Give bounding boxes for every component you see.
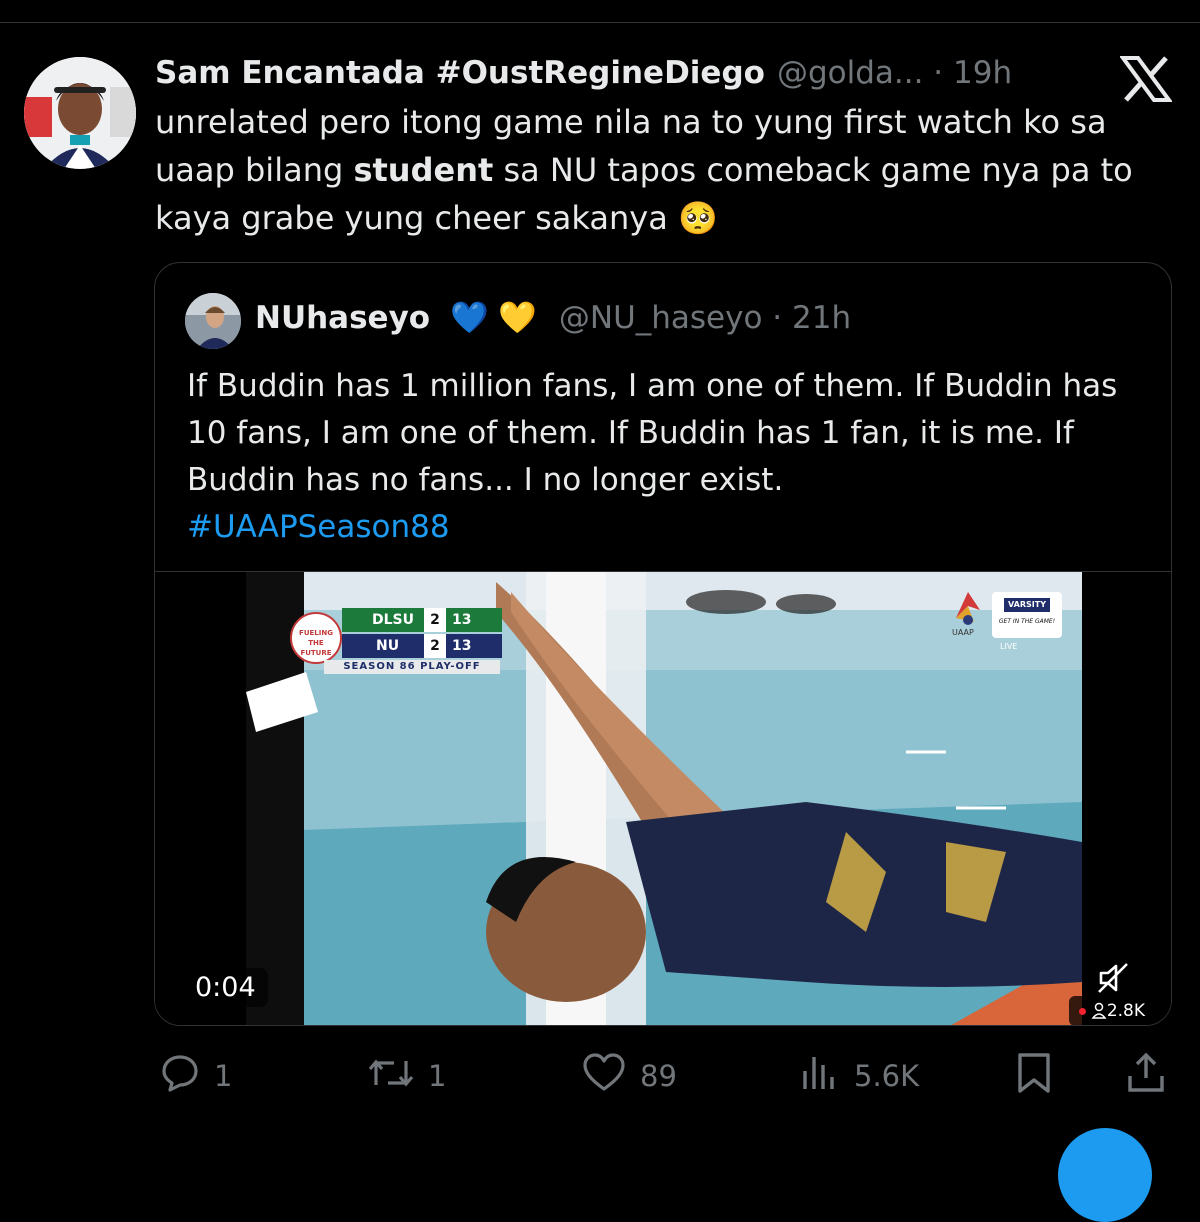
share-button[interactable] (1126, 1052, 1180, 1101)
sponsor-logo: FUELING THE FUTURE (290, 612, 342, 664)
mute-icon[interactable] (1093, 958, 1133, 998)
video-media[interactable]: FUELING THE FUTURE DLSU 2 13 NU 2 13 SEA… (155, 571, 1171, 1025)
reply-button[interactable]: 1 (160, 1054, 232, 1098)
heart-emojis: 💙 💛 (449, 300, 538, 336)
tweet-header: Sam Encantada #OustRegineDiego @golda... … (155, 55, 1080, 97)
separator-dot: · (772, 300, 783, 336)
quoted-author-handle[interactable]: @NU_haseyo (559, 300, 763, 336)
retweet-count: 1 (428, 1059, 447, 1093)
viewer-count-badge: 2.8K (1069, 996, 1153, 1025)
varsity-badge: VARSITY GET IN THE GAME! (992, 592, 1062, 638)
league-text: UAAP (952, 628, 974, 637)
quoted-author-avatar[interactable] (185, 293, 241, 349)
top-divider (0, 22, 1200, 23)
team2-name: NU (376, 638, 400, 654)
video-timestamp: 0:04 (183, 968, 268, 1007)
like-button[interactable]: 89 (582, 1052, 677, 1100)
action-bar: 1 1 89 5.6K (0, 1050, 1200, 1102)
view-count: 5.6K (854, 1059, 920, 1093)
quoted-tweet-card[interactable]: NUhaseyo 💙 💛 @NU_haseyo · 21h If Buddin … (154, 262, 1172, 1026)
team1-points: 13 (452, 612, 472, 628)
tweet-text-bold: student (353, 151, 494, 189)
reply-icon (160, 1053, 214, 1100)
quoted-header: NUhaseyo 💙 💛 @NU_haseyo · 21h (255, 299, 851, 336)
quoted-text: If Buddin has 1 million fans, I am one o… (187, 363, 1137, 551)
compose-fab-button[interactable] (1058, 1128, 1152, 1222)
quoted-author-name[interactable]: NUhaseyo (255, 300, 430, 336)
views-button[interactable]: 5.6K (800, 1054, 919, 1098)
heart-icon (582, 1052, 640, 1100)
reply-count: 1 (214, 1059, 233, 1093)
retweet-button[interactable]: 1 (368, 1054, 446, 1098)
team1-name: DLSU (372, 612, 414, 628)
person-icon (1091, 996, 1107, 1025)
quoted-text-body: If Buddin has 1 million fans, I am one o… (187, 368, 1118, 498)
team2-sets: 2 (424, 634, 446, 658)
scorebug: FUELING THE FUTURE DLSU 2 13 NU 2 13 SEA… (290, 608, 502, 680)
tweet-time[interactable]: 19h (953, 55, 1012, 91)
viewer-count: 2.8K (1106, 1001, 1145, 1021)
bookmark-button[interactable] (1014, 1052, 1068, 1101)
sponsor-text: FUELING THE FUTURE (299, 629, 333, 657)
team2-points: 13 (452, 638, 472, 654)
video-frame[interactable]: FUELING THE FUTURE DLSU 2 13 NU 2 13 SEA… (246, 572, 1082, 1025)
author-avatar[interactable] (24, 57, 136, 169)
analytics-icon (800, 1053, 854, 1100)
like-count: 89 (640, 1059, 677, 1093)
quoted-time[interactable]: 21h (792, 300, 851, 336)
varsity-text: VARSITY (1004, 598, 1050, 612)
x-logo-icon[interactable] (1119, 56, 1173, 102)
team1-sets: 2 (424, 608, 446, 632)
live-dot-icon (1079, 1008, 1086, 1015)
share-icon (1126, 1052, 1180, 1101)
separator-dot: · (933, 55, 944, 91)
bookmark-icon (1014, 1052, 1068, 1101)
league-logo-icon: UAAP (948, 588, 988, 638)
live-label: LIVE (1000, 642, 1018, 651)
author-handle[interactable]: @golda... (777, 55, 924, 91)
author-name[interactable]: Sam Encantada #OustRegineDiego (155, 55, 765, 91)
tweet-text: unrelated pero itong game nila na to yun… (155, 98, 1165, 242)
broadcaster-logo: UAAP VARSITY GET IN THE GAME! LIVE (948, 588, 1066, 652)
hashtag-link[interactable]: #UAAPSeason88 (187, 509, 450, 545)
retweet-icon (368, 1053, 428, 1100)
season-banner: SEASON 86 PLAY-OFF (324, 660, 500, 674)
tagline-text: GET IN THE GAME! (998, 618, 1056, 625)
